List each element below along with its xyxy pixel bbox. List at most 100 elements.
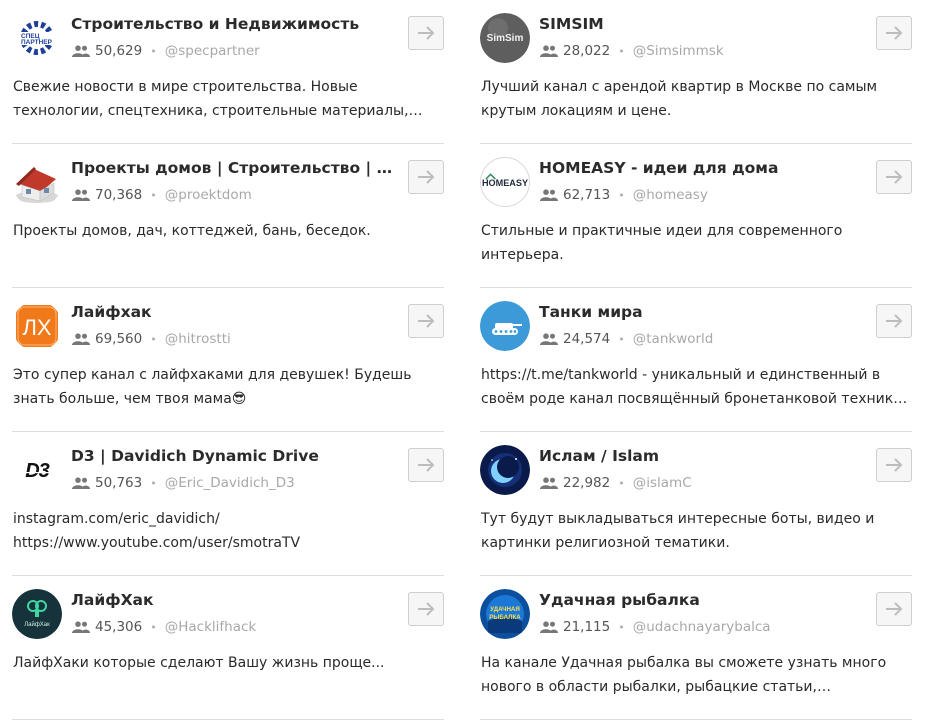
channel-title[interactable]: Удачная рыбалка: [539, 591, 864, 609]
arrow-right-icon: [886, 26, 903, 40]
subscriber-count: 50,629: [95, 43, 143, 59]
channel-handle[interactable]: @hitrostti: [165, 331, 231, 347]
channel-handle[interactable]: @Simsimmsk: [633, 43, 724, 59]
channel-meta: 69,560 • @hitrostti: [72, 331, 231, 347]
channel-description: На канале Удачная рыбалка вы сможете узн…: [481, 655, 887, 695]
open-channel-button[interactable]: [408, 592, 444, 626]
svg-text:ПАРТНЕР: ПАРТНЕР: [21, 39, 53, 46]
users-icon: [540, 621, 558, 633]
channel-title[interactable]: Лайфхак: [71, 303, 396, 321]
channel-description: Стильные и практичные идеи для современн…: [481, 223, 843, 263]
channel-handle[interactable]: @islamC: [633, 475, 692, 491]
channel-handle[interactable]: @Eric_Davidich_D3: [165, 475, 295, 491]
separator-dot: •: [150, 188, 157, 202]
crescent-moon-icon[interactable]: [480, 445, 530, 495]
subscriber-count: 22,982: [563, 475, 611, 491]
channel-title[interactable]: Строительство и Недвижимость: [71, 15, 396, 33]
separator-dot: •: [150, 476, 157, 490]
arrow-right-icon: [418, 602, 435, 616]
channel-meta: 50,629 • @specpartner: [72, 43, 260, 59]
open-channel-button[interactable]: [408, 160, 444, 194]
lh-logo-icon[interactable]: ЛХ: [12, 301, 62, 351]
separator-dot: •: [618, 476, 625, 490]
users-icon: [72, 333, 90, 345]
arrow-right-icon: [886, 602, 903, 616]
arrow-right-icon: [886, 170, 903, 184]
subscriber-count: 62,713: [563, 187, 611, 203]
svg-text:ЛХ: ЛХ: [22, 315, 51, 340]
gear-logo-icon[interactable]: СПЕЦ ПАРТНЕР: [12, 13, 62, 63]
open-channel-button[interactable]: [408, 304, 444, 338]
channel-card: СПЕЦ ПАРТНЕР Строительство и Недвижимост…: [12, 0, 444, 144]
house-icon[interactable]: [12, 157, 62, 207]
users-icon: [540, 477, 558, 489]
channel-title[interactable]: HOMEASY - идеи для дома: [539, 159, 864, 177]
channel-meta: 70,368 • @proektdom: [72, 187, 252, 203]
d3-logo-icon[interactable]: D3: [12, 445, 62, 495]
users-icon: [72, 45, 90, 57]
svg-text:РЫБАЛКА: РЫБАЛКА: [489, 614, 521, 621]
channel-card: УДАЧНАЯ РЫБАЛКА Удачная рыбалка 21,115 •…: [480, 576, 912, 720]
separator-dot: •: [150, 620, 157, 634]
users-icon: [72, 477, 90, 489]
svg-text:SimSim: SimSim: [487, 33, 524, 44]
channel-title[interactable]: D3 | Davidich Dynamic Drive: [71, 447, 396, 465]
channel-description: Тут будут выкладываться интересные боты,…: [481, 511, 875, 551]
channel-card: Танки мира 24,574 • @tankworld https://t…: [480, 288, 912, 432]
arrow-right-icon: [886, 314, 903, 328]
channel-meta: 62,713 • @homeasy: [540, 187, 708, 203]
channel-meta: 50,763 • @Eric_Davidich_D3: [72, 475, 295, 491]
homeasy-logo-icon[interactable]: HOMEASY: [480, 157, 530, 207]
channel-title[interactable]: ЛайфХак: [71, 591, 396, 609]
open-channel-button[interactable]: [876, 16, 912, 50]
channel-description: Свежие новости в мире строительства. Нов…: [13, 79, 409, 119]
open-channel-button[interactable]: [876, 448, 912, 482]
channel-grid: СПЕЦ ПАРТНЕР Строительство и Недвижимост…: [12, 0, 912, 720]
separator-dot: •: [618, 620, 625, 634]
channel-title[interactable]: Ислам / Islam: [539, 447, 864, 465]
simsim-logo-icon[interactable]: SimSim: [480, 13, 530, 63]
separator-dot: •: [618, 44, 625, 58]
fishing-logo-icon[interactable]: УДАЧНАЯ РЫБАЛКА: [480, 589, 530, 639]
channel-title[interactable]: Танки мира: [539, 303, 864, 321]
channel-card: ЛХ Лайфхак 69,560 • @hitrostti Это супер…: [12, 288, 444, 432]
channel-card: ЛайфХак ЛайфХак 45,306 • @Hacklifhack Ла…: [12, 576, 444, 720]
channel-handle[interactable]: @udachnayarybalca: [633, 619, 771, 635]
lifehack-logo-icon[interactable]: ЛайфХак: [12, 589, 62, 639]
channel-title[interactable]: SIMSIM: [539, 15, 864, 33]
users-icon: [540, 189, 558, 201]
channel-description: Это супер канал с лайфхаками для девушек…: [13, 367, 412, 407]
open-channel-button[interactable]: [876, 592, 912, 626]
open-channel-button[interactable]: [408, 448, 444, 482]
channel-handle[interactable]: @homeasy: [633, 187, 708, 203]
open-channel-button[interactable]: [408, 16, 444, 50]
channel-meta: 28,022 • @Simsimmsk: [540, 43, 724, 59]
tank-icon[interactable]: [480, 301, 530, 351]
channel-handle[interactable]: @specpartner: [165, 43, 260, 59]
channel-card: Проекты домов | Строительство | Планиров…: [12, 144, 444, 288]
channel-card: D3 D3 | Davidich Dynamic Drive 50,763 • …: [12, 432, 444, 576]
open-channel-button[interactable]: [876, 160, 912, 194]
channel-description: instagram.com/eric_davidich/ https://www…: [13, 511, 301, 551]
channel-handle[interactable]: @proektdom: [165, 187, 252, 203]
subscriber-count: 24,574: [563, 331, 611, 347]
subscriber-count: 45,306: [95, 619, 143, 635]
separator-dot: •: [150, 44, 157, 58]
channel-meta: 45,306 • @Hacklifhack: [72, 619, 256, 635]
channel-card: SimSim SIMSIM 28,022 • @Simsimmsk Лучший…: [480, 0, 912, 144]
subscriber-count: 69,560: [95, 331, 143, 347]
users-icon: [540, 45, 558, 57]
channel-meta: 21,115 • @udachnayarybalca: [540, 619, 771, 635]
svg-text:УДАЧНАЯ: УДАЧНАЯ: [490, 606, 520, 613]
channel-card: HOMEASY HOMEASY - идеи для дома 62,713 •…: [480, 144, 912, 288]
channel-handle[interactable]: @tankworld: [633, 331, 714, 347]
channel-meta: 24,574 • @tankworld: [540, 331, 713, 347]
open-channel-button[interactable]: [876, 304, 912, 338]
channel-title[interactable]: Проекты домов | Строительство | Планиров…: [71, 159, 396, 177]
users-icon: [540, 333, 558, 345]
channel-description: Лучший канал с арендой квартир в Москве …: [481, 79, 878, 119]
users-icon: [72, 621, 90, 633]
arrow-right-icon: [418, 170, 435, 184]
channel-handle[interactable]: @Hacklifhack: [165, 619, 257, 635]
separator-dot: •: [150, 332, 157, 346]
